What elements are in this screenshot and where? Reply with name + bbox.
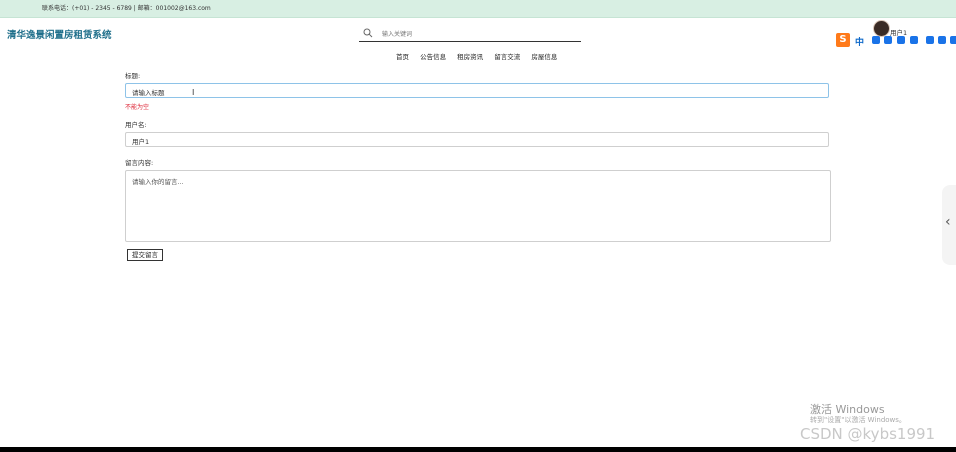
- submit-button[interactable]: 提交留言: [127, 249, 163, 261]
- content-label: 留言内容:: [125, 159, 154, 167]
- nav-item-home[interactable]: 首页: [396, 53, 409, 61]
- csdn-watermark: CSDN @kybs1991: [800, 425, 936, 443]
- apps-grid-icon[interactable]: [938, 36, 946, 44]
- contact-info: 联系电话：(+01) - 2345 - 6789 | 邮箱：001002@163…: [42, 5, 211, 12]
- keyboard-icon[interactable]: [897, 36, 905, 44]
- site-title[interactable]: 清华逸景闲置房租赁系统: [7, 27, 112, 41]
- punctuation-icon[interactable]: [872, 36, 880, 44]
- cloud-icon[interactable]: [926, 36, 934, 44]
- title-error: 不能为空: [125, 104, 150, 111]
- microphone-icon[interactable]: [884, 36, 892, 44]
- search-box[interactable]: 输入关键词: [359, 25, 581, 42]
- sogou-logo-icon[interactable]: S: [836, 33, 850, 47]
- nav-item-houses[interactable]: 房屋信息: [531, 53, 557, 61]
- text-cursor-icon: I: [192, 88, 195, 97]
- content-textarea[interactable]: 请输入你的留言...: [125, 170, 831, 242]
- title-input[interactable]: 请输入标题: [125, 83, 829, 98]
- ime-toolbar[interactable]: S 中: [836, 32, 956, 48]
- nav-item-messages[interactable]: 留言交流: [494, 53, 520, 61]
- windows-activation-hint: 转到"设置"以激活 Windows。: [810, 416, 906, 424]
- chevron-left-icon[interactable]: ‹: [945, 214, 951, 230]
- ime-language-toggle[interactable]: 中: [855, 35, 864, 48]
- main-nav: 首页 公告信息 租房资讯 留言交流 房屋信息: [396, 51, 566, 61]
- nav-item-announcements[interactable]: 公告信息: [420, 53, 446, 61]
- side-drawer-tab[interactable]: ‹: [942, 185, 956, 265]
- settings-icon[interactable]: [950, 36, 956, 44]
- search-icon[interactable]: [363, 28, 373, 38]
- top-contact-bar: 联系电话：(+01) - 2345 - 6789 | 邮箱：001002@163…: [0, 0, 956, 18]
- skin-icon[interactable]: [910, 36, 918, 44]
- username-label: 用户名:: [125, 121, 147, 129]
- bottom-bar: [0, 447, 956, 452]
- search-input[interactable]: 输入关键词: [382, 29, 412, 38]
- title-label: 标题:: [125, 72, 141, 80]
- username-input[interactable]: 用户1: [125, 132, 829, 147]
- nav-item-rental-news[interactable]: 租房资讯: [457, 53, 483, 61]
